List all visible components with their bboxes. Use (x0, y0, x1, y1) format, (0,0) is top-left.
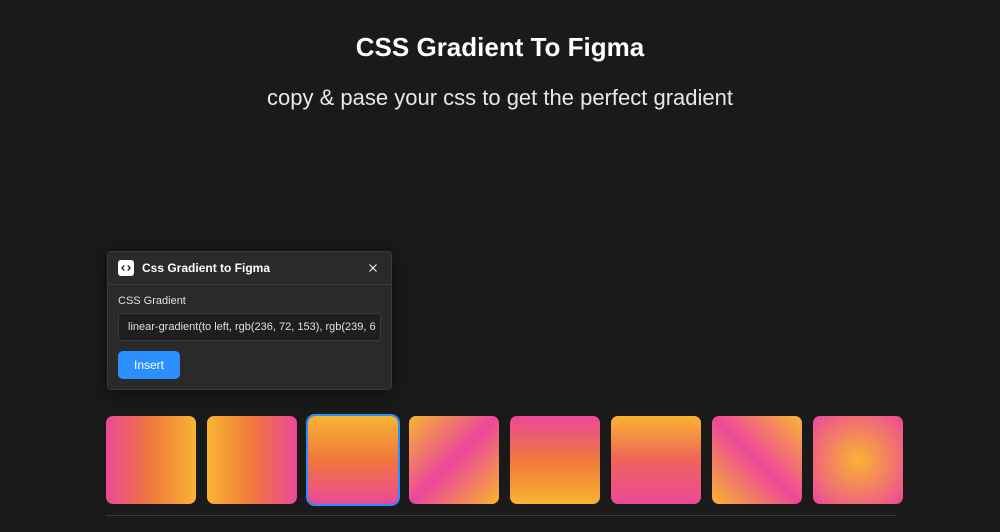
gradient-swatch[interactable] (308, 416, 398, 504)
page-subtitle: copy & pase your css to get the perfect … (0, 85, 1000, 111)
gradient-swatch[interactable] (611, 416, 701, 504)
gradient-input[interactable]: linear-gradient(to left, rgb(236, 72, 15… (118, 313, 381, 341)
panel-title: Css Gradient to Figma (142, 261, 365, 275)
gradient-swatch[interactable] (510, 416, 600, 504)
gradient-input-label: CSS Gradient (118, 295, 381, 307)
gradient-swatch-row (106, 416, 903, 504)
plugin-panel: Css Gradient to Figma CSS Gradient linea… (107, 251, 392, 390)
panel-body: CSS Gradient linear-gradient(to left, rg… (108, 285, 391, 389)
gradient-swatch[interactable] (106, 416, 196, 504)
panel-header: Css Gradient to Figma (108, 252, 391, 285)
gradient-swatch[interactable] (409, 416, 499, 504)
gradient-swatch[interactable] (712, 416, 802, 504)
code-icon (118, 260, 134, 276)
page-title: CSS Gradient To Figma (0, 32, 1000, 63)
gradient-swatch[interactable] (813, 416, 903, 504)
gradient-swatch[interactable] (207, 416, 297, 504)
close-icon[interactable] (365, 260, 381, 276)
divider (106, 515, 896, 516)
insert-button[interactable]: Insert (118, 351, 180, 379)
